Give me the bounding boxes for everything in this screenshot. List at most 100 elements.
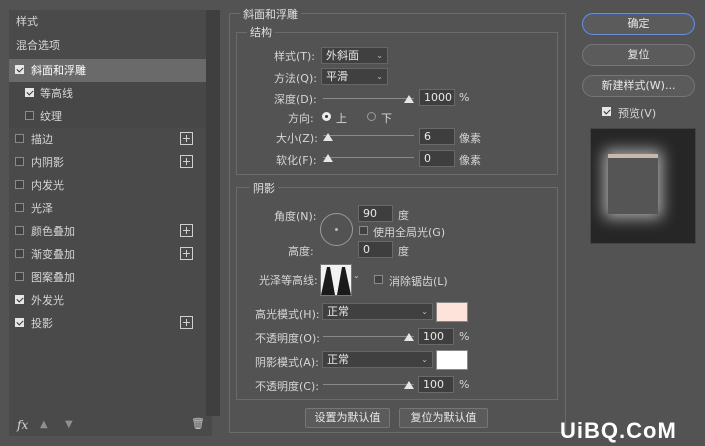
add-color-overlay-plus-icon[interactable]	[180, 224, 193, 237]
style-item-contour[interactable]: 等高线	[9, 82, 206, 105]
depth-label: 深度(D):	[274, 93, 317, 106]
highlight-mode-value: 正常	[327, 305, 349, 318]
new-style-button[interactable]: 新建样式(W)...	[582, 75, 695, 97]
gloss-contour-label: 光泽等高线:	[259, 274, 318, 287]
soften-input[interactable]: 0	[419, 150, 455, 167]
add-inner-shadow-plus-icon[interactable]	[180, 155, 193, 168]
technique-label: 方法(Q):	[274, 72, 317, 85]
depth-input[interactable]: 1000	[419, 89, 455, 106]
ok-button[interactable]: 确定	[582, 13, 695, 35]
size-slider-track[interactable]	[323, 135, 414, 136]
gloss-contour-swatch[interactable]	[320, 264, 352, 296]
shadow-mode-dropdown[interactable]: 正常 ⌄	[322, 351, 433, 368]
bevel-style-value: 外斜面	[326, 49, 359, 62]
chevron-down-icon: ⌄	[421, 355, 428, 364]
style-item-label: 描边	[31, 133, 53, 146]
blend-options-item[interactable]: 混合选项	[9, 34, 206, 57]
shadow-opacity-unit: %	[459, 378, 470, 391]
technique-dropdown[interactable]: 平滑 ⌄	[321, 68, 388, 85]
depth-slider-thumb[interactable]	[404, 95, 414, 103]
drop-shadow-checkbox[interactable]	[15, 318, 24, 327]
chevron-down-icon[interactable]: ⌄	[353, 271, 360, 280]
satin-checkbox[interactable]	[15, 203, 24, 212]
style-item-bevel-emboss[interactable]: 斜面和浮雕	[9, 59, 206, 82]
texture-checkbox[interactable]	[25, 111, 34, 120]
angle-input[interactable]: 90	[358, 205, 393, 222]
structure-title: 结构	[247, 24, 275, 40]
add-stroke-plus-icon[interactable]	[180, 132, 193, 145]
shadow-opacity-track[interactable]	[323, 384, 414, 385]
style-item-label: 颜色叠加	[31, 225, 75, 238]
chevron-down-icon: ⌄	[421, 307, 428, 316]
style-item-pattern-overlay[interactable]: 图案叠加	[9, 266, 206, 289]
direction-up-radio[interactable]	[322, 112, 331, 121]
anti-alias-checkbox[interactable]	[374, 275, 383, 284]
trash-icon[interactable]: 🗑	[191, 417, 205, 430]
style-item-drop-shadow[interactable]: 投影	[9, 312, 206, 335]
highlight-opacity-label: 不透明度(O):	[255, 332, 320, 345]
move-down-icon[interactable]: ▼	[65, 419, 73, 430]
shadow-opacity-thumb[interactable]	[404, 381, 414, 389]
shadow-mode-value: 正常	[327, 353, 349, 366]
shadow-mode-label: 阴影模式(A):	[255, 356, 319, 369]
add-gradient-overlay-plus-icon[interactable]	[180, 247, 193, 260]
style-item-inner-glow[interactable]: 内发光	[9, 174, 206, 197]
chevron-down-icon: ⌄	[376, 51, 383, 60]
set-default-button[interactable]: 设置为默认值	[305, 408, 390, 428]
global-light-checkbox[interactable]	[359, 226, 368, 235]
style-item-outer-glow[interactable]: 外发光	[9, 289, 206, 312]
bevel-style-dropdown[interactable]: 外斜面 ⌄	[321, 47, 388, 64]
pattern-overlay-checkbox[interactable]	[15, 272, 24, 281]
shadow-opacity-input[interactable]: 100	[418, 376, 454, 393]
style-item-inner-shadow[interactable]: 内阴影	[9, 151, 206, 174]
inner-glow-checkbox[interactable]	[15, 180, 24, 189]
styles-scroll-strip[interactable]	[206, 10, 220, 416]
outer-glow-checkbox[interactable]	[15, 295, 24, 304]
styles-header[interactable]: 样式	[9, 10, 206, 33]
shadow-color-swatch[interactable]	[436, 350, 468, 370]
style-item-color-overlay[interactable]: 颜色叠加	[9, 220, 206, 243]
reset-default-button[interactable]: 复位为默认值	[399, 408, 488, 428]
style-item-label: 光泽	[31, 202, 53, 215]
soften-slider-track[interactable]	[323, 157, 414, 158]
gradient-overlay-checkbox[interactable]	[15, 249, 24, 258]
style-item-stroke[interactable]: 描边	[9, 128, 206, 151]
move-up-icon[interactable]: ▲	[40, 419, 48, 430]
style-item-label: 投影	[31, 317, 53, 330]
highlight-mode-dropdown[interactable]: 正常 ⌄	[322, 303, 433, 320]
stroke-checkbox[interactable]	[15, 134, 24, 143]
soften-slider-thumb[interactable]	[323, 154, 333, 162]
highlight-opacity-track[interactable]	[323, 336, 414, 337]
direction-down-radio[interactable]	[367, 112, 376, 121]
angle-dial[interactable]	[320, 213, 353, 246]
altitude-label: 高度:	[288, 245, 314, 258]
depth-slider-track[interactable]	[323, 98, 414, 99]
styles-header-label: 样式	[16, 15, 38, 28]
add-drop-shadow-plus-icon[interactable]	[180, 316, 193, 329]
highlight-opacity-thumb[interactable]	[404, 333, 414, 341]
preview-checkbox[interactable]	[602, 107, 611, 116]
shadow-opacity-label: 不透明度(C):	[255, 380, 319, 393]
style-item-gradient-overlay[interactable]: 渐变叠加	[9, 243, 206, 266]
style-preview-thumbnail	[590, 128, 696, 244]
style-item-satin[interactable]: 光泽	[9, 197, 206, 220]
highlight-opacity-input[interactable]: 100	[418, 328, 454, 345]
inner-shadow-checkbox[interactable]	[15, 157, 24, 166]
reset-button[interactable]: 复位	[582, 44, 695, 66]
bevel-checkbox[interactable]	[15, 65, 24, 74]
blend-options-label: 混合选项	[16, 39, 60, 52]
style-item-texture[interactable]: 纹理	[9, 105, 206, 128]
color-overlay-checkbox[interactable]	[15, 226, 24, 235]
highlight-color-swatch[interactable]	[436, 302, 468, 322]
style-item-label: 内发光	[31, 179, 64, 192]
angle-label: 角度(N):	[274, 210, 317, 223]
highlight-opacity-unit: %	[459, 330, 470, 343]
altitude-unit: 度	[398, 245, 409, 258]
contour-checkbox[interactable]	[25, 88, 34, 97]
direction-down-label: 下	[381, 112, 392, 125]
contour-shape-icon	[321, 267, 351, 295]
size-input[interactable]: 6	[419, 128, 455, 145]
altitude-input[interactable]: 0	[358, 241, 393, 258]
fx-icon[interactable]: fx	[17, 418, 28, 432]
size-slider-thumb[interactable]	[323, 133, 333, 141]
